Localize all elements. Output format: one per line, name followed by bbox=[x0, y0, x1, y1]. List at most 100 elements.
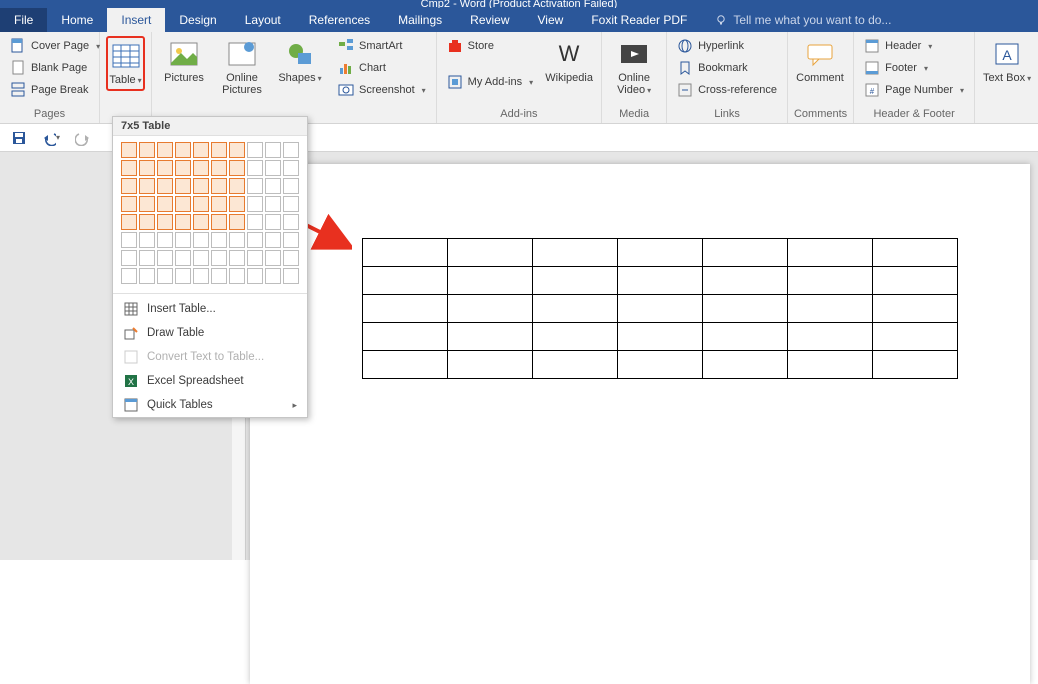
table-cell[interactable] bbox=[448, 267, 533, 295]
grid-cell[interactable] bbox=[229, 232, 245, 248]
table-cell[interactable] bbox=[873, 351, 958, 379]
grid-cell[interactable] bbox=[121, 232, 137, 248]
table-cell[interactable] bbox=[703, 239, 788, 267]
table-cell[interactable] bbox=[363, 323, 448, 351]
grid-cell[interactable] bbox=[157, 196, 173, 212]
table-cell[interactable] bbox=[788, 239, 873, 267]
grid-cell[interactable] bbox=[121, 160, 137, 176]
table-cell[interactable] bbox=[448, 295, 533, 323]
grid-cell[interactable] bbox=[265, 178, 281, 194]
draw-table-menuitem[interactable]: Draw Table bbox=[113, 321, 307, 345]
inserted-table-preview[interactable] bbox=[362, 238, 958, 379]
grid-cell[interactable] bbox=[211, 268, 227, 284]
table-cell[interactable] bbox=[618, 351, 703, 379]
table-cell[interactable] bbox=[618, 239, 703, 267]
page-number-button[interactable]: # Page Number▾ bbox=[860, 80, 968, 100]
online-pictures-button[interactable]: Online Pictures bbox=[216, 36, 268, 96]
table-cell[interactable] bbox=[703, 323, 788, 351]
grid-cell[interactable] bbox=[139, 232, 155, 248]
wikipedia-button[interactable]: W Wikipedia bbox=[543, 36, 595, 84]
table-cell[interactable] bbox=[873, 239, 958, 267]
grid-cell[interactable] bbox=[229, 196, 245, 212]
grid-cell[interactable] bbox=[175, 214, 191, 230]
grid-cell[interactable] bbox=[175, 268, 191, 284]
table-cell[interactable] bbox=[448, 323, 533, 351]
text-box-button[interactable]: A Text Box bbox=[981, 36, 1033, 85]
grid-cell[interactable] bbox=[229, 178, 245, 194]
smartart-button[interactable]: SmartArt bbox=[334, 36, 430, 56]
grid-cell[interactable] bbox=[175, 160, 191, 176]
grid-cell[interactable] bbox=[157, 160, 173, 176]
grid-cell[interactable] bbox=[247, 196, 263, 212]
grid-cell[interactable] bbox=[229, 268, 245, 284]
page-break-button[interactable]: Page Break bbox=[6, 80, 104, 100]
my-addins-button[interactable]: My Add-ins▾ bbox=[443, 72, 537, 92]
chart-button[interactable]: Chart bbox=[334, 58, 430, 78]
grid-cell[interactable] bbox=[193, 232, 209, 248]
grid-cell[interactable] bbox=[283, 142, 299, 158]
grid-cell[interactable] bbox=[265, 142, 281, 158]
grid-cell[interactable] bbox=[157, 250, 173, 266]
grid-cell[interactable] bbox=[211, 178, 227, 194]
grid-cell[interactable] bbox=[139, 250, 155, 266]
grid-cell[interactable] bbox=[283, 250, 299, 266]
quick-tables-menuitem[interactable]: Quick Tables ▸ bbox=[113, 393, 307, 417]
table-cell[interactable] bbox=[363, 239, 448, 267]
bookmark-button[interactable]: Bookmark bbox=[673, 58, 781, 78]
tab-mailings[interactable]: Mailings bbox=[384, 8, 456, 32]
grid-cell[interactable] bbox=[211, 214, 227, 230]
grid-cell[interactable] bbox=[157, 214, 173, 230]
tell-me-search[interactable]: Tell me what you want to do... bbox=[715, 8, 891, 32]
table-cell[interactable] bbox=[618, 323, 703, 351]
table-size-grid[interactable] bbox=[113, 136, 307, 290]
grid-cell[interactable] bbox=[229, 214, 245, 230]
table-cell[interactable] bbox=[873, 267, 958, 295]
excel-spreadsheet-menuitem[interactable]: X Excel Spreadsheet bbox=[113, 369, 307, 393]
grid-cell[interactable] bbox=[139, 268, 155, 284]
grid-cell[interactable] bbox=[211, 160, 227, 176]
table-cell[interactable] bbox=[448, 351, 533, 379]
tab-design[interactable]: Design bbox=[165, 8, 230, 32]
table-cell[interactable] bbox=[363, 295, 448, 323]
online-video-button[interactable]: Online Video bbox=[608, 36, 660, 97]
blank-page-button[interactable]: Blank Page bbox=[6, 58, 104, 78]
grid-cell[interactable] bbox=[175, 250, 191, 266]
grid-cell[interactable] bbox=[157, 268, 173, 284]
grid-cell[interactable] bbox=[229, 142, 245, 158]
tab-layout[interactable]: Layout bbox=[231, 8, 295, 32]
screenshot-button[interactable]: Screenshot▾ bbox=[334, 80, 430, 100]
grid-cell[interactable] bbox=[121, 178, 137, 194]
grid-cell[interactable] bbox=[157, 232, 173, 248]
grid-cell[interactable] bbox=[193, 178, 209, 194]
grid-cell[interactable] bbox=[139, 214, 155, 230]
grid-cell[interactable] bbox=[265, 232, 281, 248]
store-button[interactable]: Store bbox=[443, 36, 537, 56]
cross-reference-button[interactable]: Cross-reference bbox=[673, 80, 781, 100]
grid-cell[interactable] bbox=[193, 250, 209, 266]
grid-cell[interactable] bbox=[121, 268, 137, 284]
footer-button[interactable]: Footer▾ bbox=[860, 58, 968, 78]
grid-cell[interactable] bbox=[265, 250, 281, 266]
table-cell[interactable] bbox=[533, 295, 618, 323]
grid-cell[interactable] bbox=[121, 250, 137, 266]
grid-cell[interactable] bbox=[283, 196, 299, 212]
grid-cell[interactable] bbox=[265, 196, 281, 212]
grid-cell[interactable] bbox=[247, 178, 263, 194]
save-button[interactable] bbox=[10, 129, 28, 147]
grid-cell[interactable] bbox=[175, 142, 191, 158]
tab-view[interactable]: View bbox=[524, 8, 578, 32]
grid-cell[interactable] bbox=[139, 160, 155, 176]
table-cell[interactable] bbox=[703, 295, 788, 323]
table-cell[interactable] bbox=[788, 295, 873, 323]
table-cell[interactable] bbox=[533, 323, 618, 351]
table-cell[interactable] bbox=[533, 239, 618, 267]
grid-cell[interactable] bbox=[229, 250, 245, 266]
grid-cell[interactable] bbox=[247, 160, 263, 176]
grid-cell[interactable] bbox=[175, 178, 191, 194]
table-cell[interactable] bbox=[788, 323, 873, 351]
tab-review[interactable]: Review bbox=[456, 8, 523, 32]
grid-cell[interactable] bbox=[157, 142, 173, 158]
grid-cell[interactable] bbox=[193, 268, 209, 284]
grid-cell[interactable] bbox=[121, 196, 137, 212]
tab-file[interactable]: File bbox=[0, 8, 47, 32]
